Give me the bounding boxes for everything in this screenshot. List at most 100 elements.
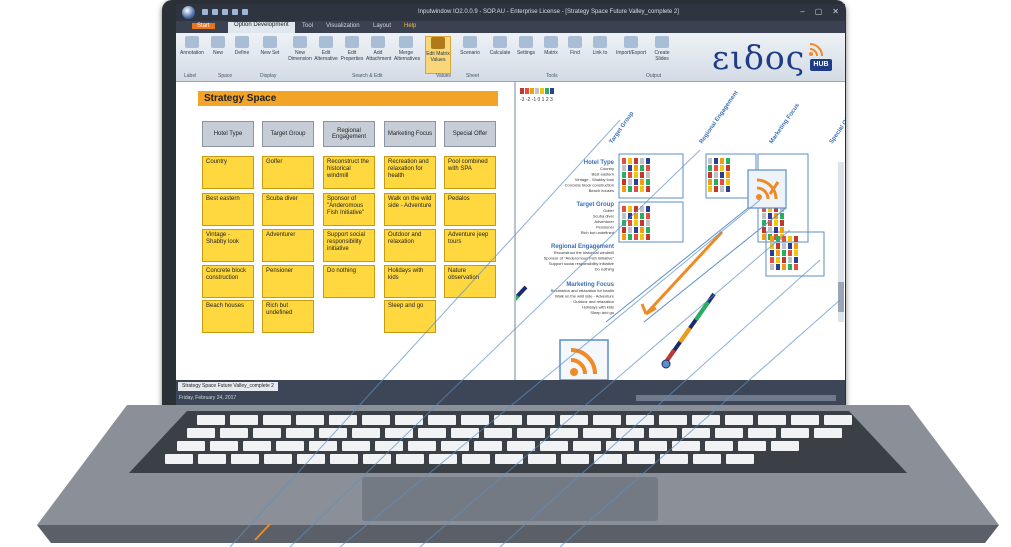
matrix-cell[interactable] (628, 206, 632, 212)
print-icon[interactable] (242, 9, 248, 15)
matrix-cell[interactable] (782, 243, 786, 249)
matrix-cell[interactable] (720, 186, 724, 192)
edit-properties-button[interactable]: Edit Properties (340, 36, 364, 72)
tab-layout[interactable]: Layout (373, 23, 391, 29)
matrix-cell[interactable] (646, 172, 650, 178)
option-card[interactable]: Do nothing (323, 265, 375, 298)
matrix-cell[interactable] (774, 227, 778, 233)
matrix-cell[interactable] (634, 234, 638, 240)
tab-visualization[interactable]: Visualization (326, 23, 360, 29)
matrix-cell[interactable] (780, 227, 784, 233)
matrix-cell[interactable] (634, 172, 638, 178)
matrix-cell[interactable] (770, 243, 774, 249)
matrix-cell[interactable] (720, 158, 724, 164)
matrix-cell[interactable] (622, 234, 626, 240)
matrix-button[interactable]: Matrix (539, 36, 563, 72)
matrix-cell[interactable] (640, 220, 644, 226)
matrix-cell[interactable] (646, 213, 650, 219)
matrix-cell[interactable] (768, 227, 772, 233)
edit-matrix-values-button[interactable]: Edit Matrix Values (425, 36, 451, 74)
calculate-button[interactable]: Calculate (488, 36, 512, 72)
matrix-cell[interactable] (782, 264, 786, 270)
matrix-cell[interactable] (794, 236, 798, 242)
matrix-cell[interactable] (770, 250, 774, 256)
matrix-cell[interactable] (646, 158, 650, 164)
matrix-cell[interactable] (634, 206, 638, 212)
matrix-cell[interactable] (720, 172, 724, 178)
option-card[interactable]: Country (202, 156, 254, 189)
matrix-cell[interactable] (726, 186, 730, 192)
matrix-cell[interactable] (794, 264, 798, 270)
tab-option-development[interactable]: Option Development (228, 22, 295, 33)
scrollbar-thumb[interactable] (838, 282, 844, 312)
matrix-cell[interactable] (726, 172, 730, 178)
matrix-cell[interactable] (782, 250, 786, 256)
option-card[interactable]: Rich but undefined (262, 300, 314, 333)
matrix-cell[interactable] (622, 165, 626, 171)
create-slides-button[interactable]: Create Slides (650, 36, 674, 72)
trackpad[interactable] (362, 477, 658, 521)
matrix-cell[interactable] (782, 257, 786, 263)
matrix-cell[interactable] (634, 186, 638, 192)
option-card[interactable]: Pedalos (444, 193, 496, 226)
redo-icon[interactable] (232, 9, 238, 15)
matrix-cell[interactable] (762, 234, 766, 240)
matrix-cell[interactable] (714, 179, 718, 185)
edit-alternative-button[interactable]: Edit Alternative (314, 36, 338, 72)
matrix-cell[interactable] (794, 250, 798, 256)
matrix-cell[interactable] (634, 227, 638, 233)
option-card[interactable]: Adventure jeep tours (444, 229, 496, 262)
matrix-cell[interactable] (708, 158, 712, 164)
matrix-cell[interactable] (634, 213, 638, 219)
matrix-cell[interactable] (646, 220, 650, 226)
matrix-cell[interactable] (622, 179, 626, 185)
maximize-button[interactable]: ▢ (815, 7, 823, 16)
matrix-cell[interactable] (628, 213, 632, 219)
matrix-cell[interactable] (634, 165, 638, 171)
matrix-cell[interactable] (776, 236, 780, 242)
option-card[interactable]: Walk on the wild side - Adventure (384, 193, 436, 226)
option-card[interactable]: Scuba diver (262, 193, 314, 226)
matrix-cell[interactable] (622, 186, 626, 192)
option-card[interactable]: Best eastern (202, 193, 254, 226)
new-button[interactable]: New (206, 36, 230, 72)
open-icon[interactable] (212, 9, 218, 15)
minimize-button[interactable]: – (800, 7, 804, 16)
option-card[interactable]: Nature observation (444, 265, 496, 298)
matrix-cell[interactable] (776, 264, 780, 270)
matrix-cell[interactable] (628, 234, 632, 240)
matrix-cell[interactable] (622, 213, 626, 219)
option-card[interactable]: Golfer (262, 156, 314, 189)
option-card[interactable]: Pool combined with SPA (444, 156, 496, 189)
matrix-cell[interactable] (714, 186, 718, 192)
matrix-cell[interactable] (640, 179, 644, 185)
matrix-cell[interactable] (640, 158, 644, 164)
matrix-cell[interactable] (628, 165, 632, 171)
option-card[interactable]: Vintage - Shabby look (202, 229, 254, 262)
matrix-cell[interactable] (640, 165, 644, 171)
matrix-cell[interactable] (794, 257, 798, 263)
matrix-cell[interactable] (640, 172, 644, 178)
matrix-cell[interactable] (762, 227, 766, 233)
matrix-cell[interactable] (776, 257, 780, 263)
matrix-cell[interactable] (768, 213, 772, 219)
matrix-cell[interactable] (646, 186, 650, 192)
matrix-cell[interactable] (622, 206, 626, 212)
matrix-cell[interactable] (628, 220, 632, 226)
option-card[interactable]: Holidays with kids (384, 265, 436, 298)
matrix-cell[interactable] (628, 179, 632, 185)
tab-tool[interactable]: Tool (302, 23, 313, 29)
matrix-cell[interactable] (622, 227, 626, 233)
matrix-cell[interactable] (640, 213, 644, 219)
column-header[interactable]: Hotel Type (202, 121, 254, 147)
matrix-cell[interactable] (628, 186, 632, 192)
merge-alternatives-button[interactable]: Merge Alternatives (394, 36, 420, 72)
matrix-cell[interactable] (640, 206, 644, 212)
tab-start[interactable]: Start (192, 23, 215, 29)
zoom-source-cell[interactable] (747, 169, 787, 209)
column-header[interactable]: Special Offer (444, 121, 496, 147)
matrix-cell[interactable] (794, 243, 798, 249)
matrix-cell[interactable] (788, 250, 792, 256)
option-card[interactable]: Recreation and relaxation for health (384, 156, 436, 189)
matrix-cell[interactable] (782, 236, 786, 242)
